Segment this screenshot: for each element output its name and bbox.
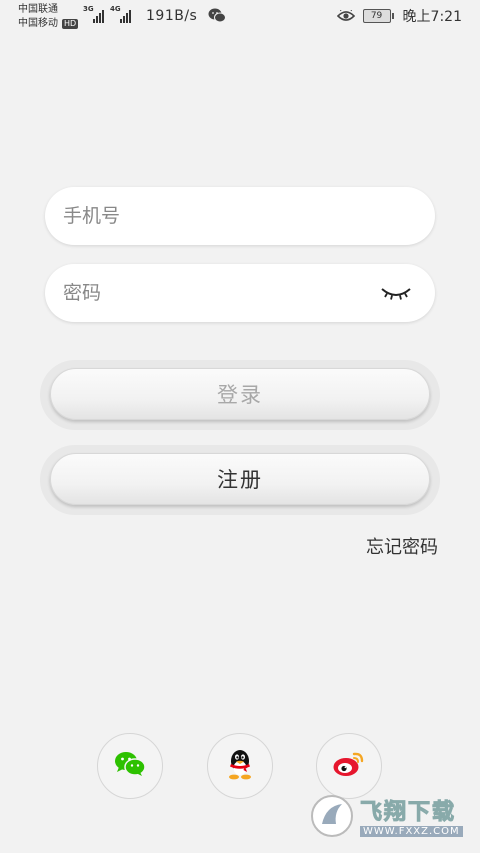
watermark-url: WWW.FXXZ.COM bbox=[360, 825, 463, 837]
qq-login-button[interactable] bbox=[207, 733, 273, 799]
watermark-text: 飞翔下载 WWW.FXXZ.COM bbox=[360, 799, 463, 837]
phone-field bbox=[45, 187, 435, 245]
wechat-notification-icon bbox=[208, 8, 226, 27]
signal-indicators: 3G 4G bbox=[83, 5, 131, 23]
network-speed: 191B/s bbox=[146, 8, 198, 24]
status-bar: 中国联通 中国移动 HD 3G 4G 191B/s 79 晚上7:21 bbox=[0, 0, 480, 34]
signal-icon: 4G bbox=[110, 5, 131, 23]
hd-badge: HD bbox=[62, 19, 79, 29]
signal-icon: 3G bbox=[83, 5, 104, 23]
right-status-group: 79 晚上7:21 bbox=[336, 6, 462, 26]
carrier-2: 中国移动 bbox=[18, 18, 58, 29]
watermark-title: 飞翔下载 bbox=[360, 799, 457, 825]
carrier-info: 中国联通 中国移动 HD bbox=[18, 3, 79, 31]
network-type-1: 3G bbox=[83, 5, 94, 13]
weibo-login-button[interactable] bbox=[316, 733, 382, 799]
password-input[interactable] bbox=[63, 264, 373, 322]
eye-comfort-icon bbox=[336, 7, 355, 26]
register-button[interactable]: 注册 bbox=[50, 453, 430, 505]
phone-input[interactable] bbox=[63, 187, 373, 245]
password-field bbox=[45, 264, 435, 322]
login-button[interactable]: 登录 bbox=[50, 368, 430, 420]
network-type-2: 4G bbox=[110, 5, 121, 13]
battery-icon: 79 bbox=[362, 9, 394, 23]
closed-eye-icon[interactable] bbox=[379, 281, 413, 305]
wechat-login-button[interactable] bbox=[97, 733, 163, 799]
watermark-logo-icon bbox=[310, 794, 354, 842]
forgot-password-link[interactable]: 忘记密码 bbox=[366, 533, 438, 559]
qq-icon bbox=[226, 748, 254, 784]
register-button-wrap: 注册 bbox=[40, 445, 440, 515]
battery-level: 79 bbox=[370, 11, 383, 21]
carrier-1: 中国联通 bbox=[18, 4, 58, 15]
login-button-wrap: 登录 bbox=[40, 360, 440, 430]
weibo-icon bbox=[332, 750, 366, 782]
clock: 晚上7:21 bbox=[402, 9, 462, 25]
watermark: 飞翔下载 WWW.FXXZ.COM bbox=[310, 793, 470, 843]
wechat-icon bbox=[114, 751, 146, 781]
